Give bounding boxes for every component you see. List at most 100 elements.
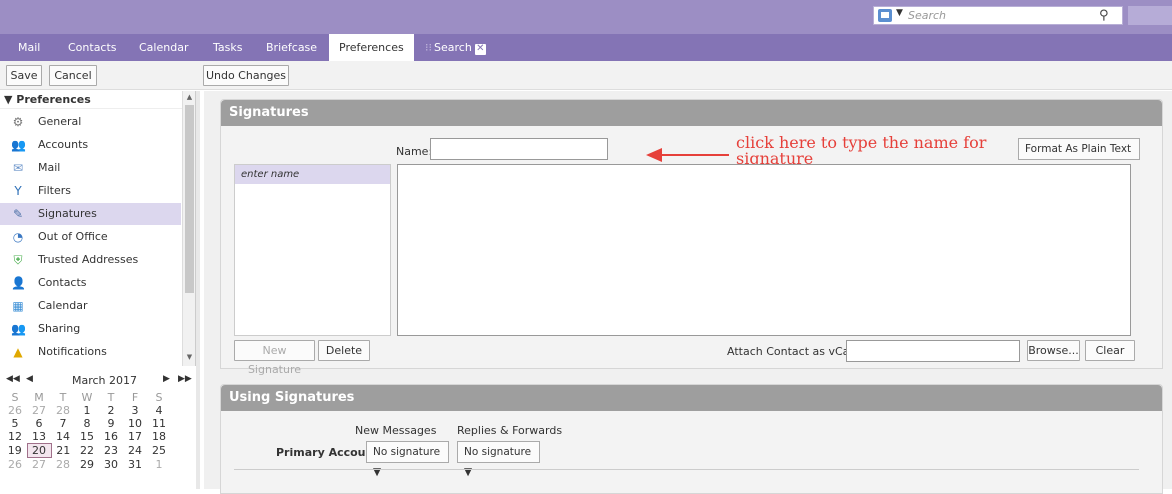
chevron-down-icon[interactable]: ▼ [896, 8, 903, 18]
tab-preferences[interactable]: Preferences [329, 34, 414, 61]
next-month-icon[interactable]: ▶ [163, 374, 170, 384]
calendar-day[interactable]: 29 [75, 458, 99, 472]
calendar-day[interactable]: 19 [3, 444, 27, 458]
sidebar-item-label: Accounts [38, 138, 89, 151]
calendar-day[interactable]: 27 [27, 404, 51, 417]
sidebar-item-out-of-office[interactable]: ◔ Out of Office [0, 226, 181, 248]
calendar-day[interactable]: 23 [99, 444, 123, 458]
sidebar-item-signatures[interactable]: ✎ Signatures [0, 203, 181, 225]
sidebar-item-accounts[interactable]: 👥 Accounts [0, 134, 181, 156]
calendar-day[interactable]: 2 [99, 404, 123, 417]
calendar-day[interactable]: 28 [51, 458, 75, 472]
cancel-button[interactable]: Cancel [49, 65, 97, 86]
sidebar-item-calendar[interactable]: ▦ Calendar [0, 295, 181, 317]
user-menu[interactable] [1128, 6, 1172, 25]
tab-contacts[interactable]: Contacts [68, 34, 117, 61]
annotation-arrow-line [661, 154, 729, 156]
scroll-up-icon[interactable]: ▲ [185, 93, 194, 101]
sidebar-scrollbar[interactable]: ▲ ▼ [182, 91, 195, 366]
vcard-input[interactable] [846, 340, 1020, 362]
search-input[interactable]: Search [908, 9, 946, 22]
calendar-day[interactable]: 9 [99, 417, 123, 430]
signature-editor[interactable] [397, 164, 1131, 336]
tab-tasks[interactable]: Tasks [213, 34, 242, 61]
calendar-day[interactable]: 21 [51, 444, 75, 458]
calendar-day[interactable]: 4 [147, 404, 171, 417]
next-year-icon[interactable]: ▶▶ [178, 374, 192, 384]
tab-briefcase[interactable]: Briefcase [266, 34, 317, 61]
scroll-down-icon[interactable]: ▼ [185, 353, 194, 361]
search-app-icon[interactable] [878, 9, 892, 22]
calendar-day-today[interactable]: 20 [26, 443, 52, 458]
delete-button[interactable]: Delete [318, 340, 370, 361]
day-of-week: F [131, 391, 139, 404]
calendar-day[interactable]: 18 [147, 430, 171, 444]
sidebar-item-label: Out of Office [38, 230, 108, 243]
prev-month-icon[interactable]: ◀ [26, 374, 33, 384]
toolbar: Save Cancel Undo Changes [0, 61, 1172, 90]
sidebar-item-mail[interactable]: ✉ Mail [0, 157, 181, 179]
new-signature-button[interactable]: New Signature [234, 340, 315, 376]
sidebar-item-general[interactable]: ⚙ General [0, 111, 181, 133]
calendar-day[interactable]: 8 [75, 417, 99, 430]
replies-forwards-label: Replies & Forwards [457, 424, 563, 437]
out-of-office-icon: ◔ [12, 230, 24, 244]
name-label: Name: [396, 145, 433, 158]
calendar-day[interactable]: 30 [99, 458, 123, 472]
calendar-day[interactable]: 1 [147, 458, 171, 472]
sidebar-item-label: General [38, 115, 82, 128]
tab-mail[interactable]: Mail [18, 34, 40, 61]
replies-forwards-dropdown[interactable]: No signature ▼ [457, 441, 540, 478]
sidebar-item-trusted-addresses[interactable]: ⛨ Trusted Addresses [0, 249, 181, 271]
calendar-day[interactable]: 28 [51, 404, 75, 417]
calendar-day[interactable]: 12 [3, 430, 27, 444]
sidebar-item-notifications[interactable]: ▲ Notifications [0, 341, 181, 363]
top-header-bar: ▼ Search ⚲ [0, 0, 1172, 34]
calendar-day[interactable]: 26 [3, 458, 27, 472]
clear-button[interactable]: Clear [1085, 340, 1135, 361]
undo-changes-button[interactable]: Undo Changes [203, 65, 289, 86]
signature-list: enter name [234, 164, 391, 336]
scrollbar-thumb[interactable] [185, 105, 194, 293]
pane-splitter[interactable] [196, 91, 200, 489]
search-icon[interactable]: ⚲ [1099, 8, 1109, 23]
calendar-day[interactable]: 1 [75, 404, 99, 417]
calendar-day[interactable]: 27 [27, 458, 51, 471]
calendar-day[interactable]: 15 [75, 430, 99, 444]
browse-button[interactable]: Browse... [1027, 340, 1080, 361]
calendar-day[interactable]: 22 [75, 444, 99, 458]
prev-year-icon[interactable]: ◀◀ [6, 374, 20, 384]
sidebar-item-label: Filters [38, 184, 71, 197]
global-search[interactable]: ▼ Search ⚲ [873, 6, 1123, 25]
calendar-day[interactable]: 13 [27, 430, 51, 444]
calendar-day[interactable]: 14 [51, 430, 75, 444]
sidebar-item-sharing[interactable]: 👥 Sharing [0, 318, 181, 340]
calendar-day[interactable]: 3 [123, 404, 147, 417]
calendar-day[interactable]: 5 [3, 417, 27, 430]
sidebar-header[interactable]: ▼ Preferences [0, 91, 195, 109]
calendar-day[interactable]: 17 [123, 430, 147, 444]
calendar-day[interactable]: 6 [27, 417, 51, 430]
new-messages-dropdown[interactable]: No signature ▼ [366, 441, 449, 478]
close-icon[interactable]: ✕ [474, 44, 486, 55]
tab-calendar[interactable]: Calendar [139, 34, 188, 61]
tab-search[interactable]: ⁝⁝ Search ✕ [425, 34, 486, 61]
sidebar-item-filters[interactable]: Y Filters [0, 180, 181, 202]
calendar-day[interactable]: 11 [147, 417, 171, 430]
calendar-day[interactable]: 10 [123, 417, 147, 430]
format-dropdown[interactable]: Format As Plain Text ▼ [1018, 138, 1140, 175]
calendar-month-label[interactable]: March 2017 [72, 374, 137, 387]
calendar-day[interactable]: 16 [99, 430, 123, 444]
calendar-day[interactable]: 31 [123, 458, 147, 472]
day-of-week: S [11, 391, 19, 404]
calendar-day[interactable]: 24 [123, 444, 147, 458]
calendar-day[interactable]: 26 [3, 404, 27, 417]
divider [234, 469, 1139, 470]
calendar-day[interactable]: 25 [147, 444, 171, 458]
signature-name-input[interactable] [430, 138, 608, 160]
sidebar-item-contacts[interactable]: 👤 Contacts [0, 272, 181, 294]
chevron-down-icon: ▼ [373, 466, 382, 478]
calendar-day[interactable]: 7 [51, 417, 75, 430]
list-item[interactable]: enter name [235, 165, 390, 184]
save-button[interactable]: Save [6, 65, 42, 86]
